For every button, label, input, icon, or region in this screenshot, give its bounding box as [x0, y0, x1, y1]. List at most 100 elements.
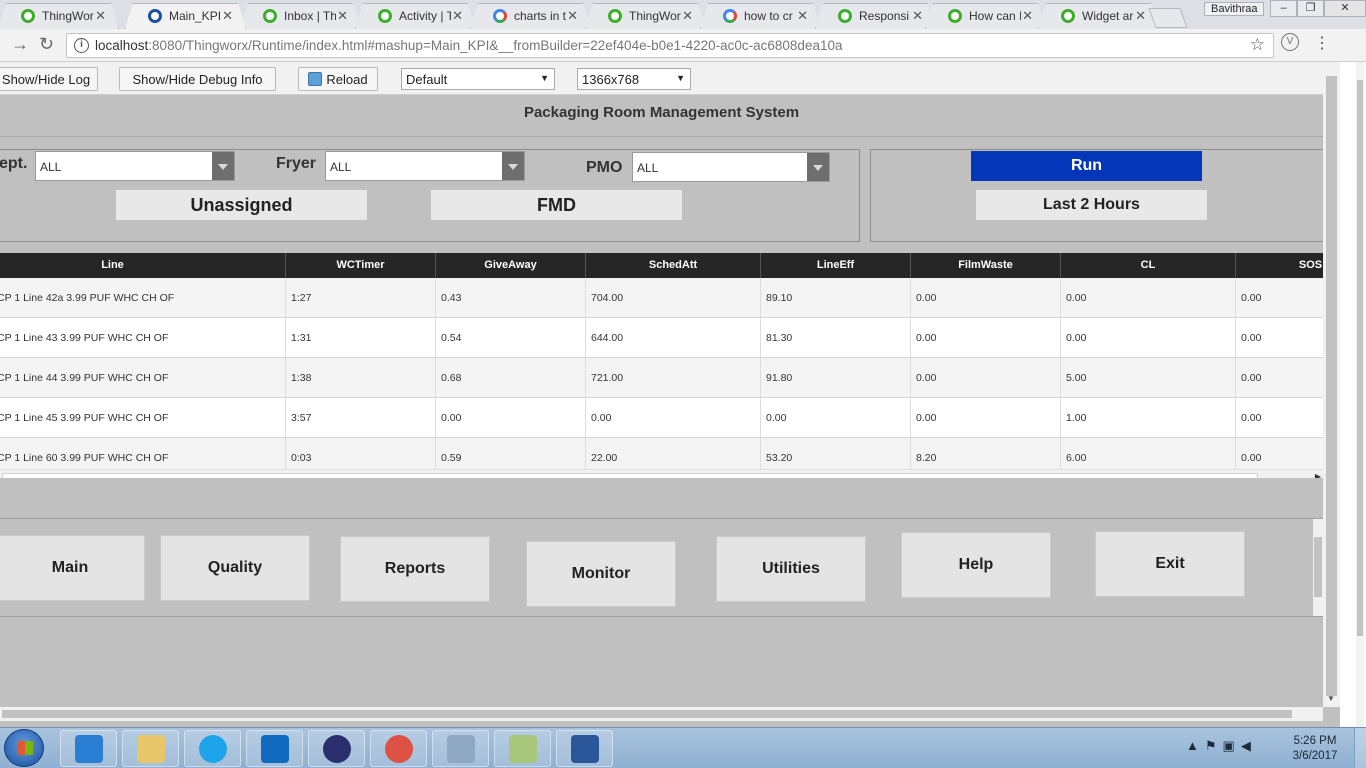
reload-button[interactable]: Reload	[298, 67, 378, 91]
page-hscroll-thumb[interactable]	[2, 710, 1292, 718]
page-vertical-scrollbar[interactable]: ▼	[1323, 62, 1340, 707]
tab-thingworx[interactable]: ThingWorx✕	[0, 3, 119, 29]
cell-filmwaste: 0.00	[911, 318, 1061, 358]
tab-responsi[interactable]: Responsi ✕	[815, 3, 936, 29]
tab-widget-ar[interactable]: Widget ar ✕	[1038, 3, 1159, 29]
tab-main-kpi[interactable]: Main_KPI ✕	[125, 3, 246, 29]
tab-how-to-cr[interactable]: how to cr ✕	[700, 3, 821, 29]
table-row[interactable]: CP 1 Line 44 3.99 PUF WHC CH OF 1:38 0.68 7…	[0, 358, 1323, 398]
close-tab-icon[interactable]: ✕	[222, 8, 233, 24]
fmd-button[interactable]: FMD	[431, 190, 682, 220]
monitor-nav-button[interactable]: Monitor	[526, 541, 676, 607]
utilities-nav-button[interactable]: Utilities	[716, 536, 866, 602]
column-header-lineeff[interactable]: LineEff	[761, 253, 911, 278]
resolution-select[interactable]: 1366x768 ▼	[577, 68, 691, 90]
dept-select[interactable]: ALL	[35, 151, 235, 181]
column-header-schedatt[interactable]: SchedAtt	[586, 253, 761, 278]
page-horizontal-scrollbar[interactable]	[0, 707, 1323, 721]
site-info-icon[interactable]: i	[74, 38, 89, 53]
scroll-down-icon[interactable]: ▼	[1327, 694, 1335, 703]
taskbar-clock[interactable]: 5:26 PM 3/6/2017	[1284, 734, 1346, 764]
taskbar-app-chrome[interactable]	[370, 730, 427, 767]
grid-horizontal-scrollbar[interactable]: ▶	[0, 469, 1323, 478]
minimize-icon[interactable]: –	[1270, 0, 1297, 17]
main-nav-button[interactable]: Main	[0, 535, 145, 601]
tab-inbox-th[interactable]: Inbox | Th ✕	[240, 3, 361, 29]
chevron-down-icon[interactable]	[502, 152, 524, 180]
tab-activity-t[interactable]: Activity | T ✕	[355, 3, 476, 29]
page-scroll-thumb[interactable]	[1326, 76, 1337, 696]
restore-icon[interactable]: ❐	[1297, 0, 1324, 17]
volume-icon[interactable]: ◀	[1241, 738, 1257, 753]
reload-page-icon[interactable]: ↻	[39, 34, 54, 55]
tab-thingwor[interactable]: ThingWor ✕	[585, 3, 706, 29]
unassigned-button[interactable]: Unassigned	[116, 190, 367, 220]
start-button[interactable]	[4, 729, 44, 767]
tools-icon	[447, 735, 475, 763]
column-header-wctimer[interactable]: WCTimer	[286, 253, 436, 278]
column-header-filmwaste[interactable]: FilmWaste	[911, 253, 1061, 278]
close-tab-icon[interactable]: ✕	[797, 8, 808, 24]
show-hidden-icons-icon[interactable]: ▲	[1186, 738, 1205, 753]
grid-scroll-thumb[interactable]	[2, 473, 1258, 478]
taskbar-app-notepad-plus-plus[interactable]	[494, 730, 551, 767]
url-text[interactable]: localhost:8080/Thingworx/Runtime/index.h…	[95, 38, 843, 53]
table-row[interactable]: CP 1 Line 45 3.99 PUF WHC CH OF 3:57 0.00 0…	[0, 398, 1323, 438]
show-hide-debug-button[interactable]: Show/Hide Debug Info	[119, 67, 276, 91]
show-hide-log-button[interactable]: Show/Hide Log	[0, 67, 98, 91]
close-tab-icon[interactable]: ✕	[912, 8, 923, 24]
flag-icon[interactable]: ⚑	[1205, 738, 1223, 753]
browser-menu-icon[interactable]: ⋮	[1314, 33, 1330, 53]
close-tab-icon[interactable]: ✕	[1022, 8, 1033, 24]
run-button[interactable]: Run	[971, 151, 1202, 181]
table-row[interactable]: CP 1 Line 43 3.99 PUF WHC CH OF 1:31 0.54 6…	[0, 318, 1323, 358]
help-nav-button[interactable]: Help	[901, 532, 1051, 598]
nav-scroll-thumb[interactable]	[1314, 537, 1322, 597]
close-window-icon[interactable]: ✕	[1324, 0, 1366, 17]
forward-icon[interactable]: →	[11, 34, 29, 55]
outer-scroll-thumb[interactable]	[1357, 80, 1363, 636]
chevron-down-icon[interactable]	[212, 152, 234, 180]
chevron-down-icon[interactable]	[807, 153, 829, 181]
scroll-right-icon[interactable]: ▶	[1315, 472, 1321, 478]
taskbar-app-skype[interactable]	[184, 730, 241, 767]
quality-nav-button[interactable]: Quality	[160, 535, 310, 601]
tab-how-can-i[interactable]: How can I ✕	[925, 3, 1046, 29]
close-tab-icon[interactable]: ✕	[567, 8, 578, 24]
taskbar-app-eclipse[interactable]	[308, 730, 365, 767]
bookmark-star-icon[interactable]: ☆	[1250, 35, 1265, 55]
close-tab-icon[interactable]: ✕	[1135, 8, 1146, 24]
google-icon	[493, 9, 507, 23]
fryer-select[interactable]: ALL	[325, 151, 525, 181]
column-header-giveaway[interactable]: GiveAway	[436, 253, 586, 278]
taskbar-app-outlook[interactable]	[246, 730, 303, 767]
tab-label: Responsi	[859, 9, 910, 23]
system-tray[interactable]: ▲⚑▣◀	[1186, 738, 1257, 754]
time-span-button[interactable]: Last 2 Hours	[976, 190, 1207, 220]
address-bar[interactable]: i localhost:8080/Thingworx/Runtime/index…	[66, 33, 1274, 58]
taskbar-app-word[interactable]	[556, 730, 613, 767]
taskbar-app-file-explorer[interactable]	[122, 730, 179, 767]
extension-icon[interactable]: V	[1281, 33, 1299, 51]
taskbar-app-internet-explorer[interactable]	[60, 730, 117, 767]
table-row[interactable]: CP 1 Line 42a 3.99 PUF WHC CH OF 1:27 0.43…	[0, 278, 1323, 318]
nav-scrollbar[interactable]	[1313, 519, 1323, 616]
close-tab-icon[interactable]: ✕	[337, 8, 348, 24]
taskbar-app-tools[interactable]	[432, 730, 489, 767]
network-icon[interactable]: ▣	[1223, 738, 1241, 753]
close-tab-icon[interactable]: ✕	[95, 8, 106, 24]
theme-select[interactable]: Default ▼	[401, 68, 555, 90]
pmo-select[interactable]: ALL	[632, 152, 830, 182]
column-header-sos[interactable]: SOS	[1236, 253, 1323, 278]
new-tab-button[interactable]	[1148, 8, 1188, 28]
reports-nav-button[interactable]: Reports	[340, 536, 490, 602]
close-tab-icon[interactable]: ✕	[452, 8, 463, 24]
close-tab-icon[interactable]: ✕	[682, 8, 693, 24]
column-header-line[interactable]: Line	[0, 253, 286, 278]
tab-charts-in-t[interactable]: charts in t ✕	[470, 3, 591, 29]
column-header-cl[interactable]: CL	[1061, 253, 1236, 278]
profile-button[interactable]: Bavithraa	[1204, 2, 1265, 16]
show-desktop-button[interactable]	[1354, 728, 1366, 768]
cell-giveaway: 0.54	[436, 318, 586, 358]
exit-nav-button[interactable]: Exit	[1095, 531, 1245, 597]
